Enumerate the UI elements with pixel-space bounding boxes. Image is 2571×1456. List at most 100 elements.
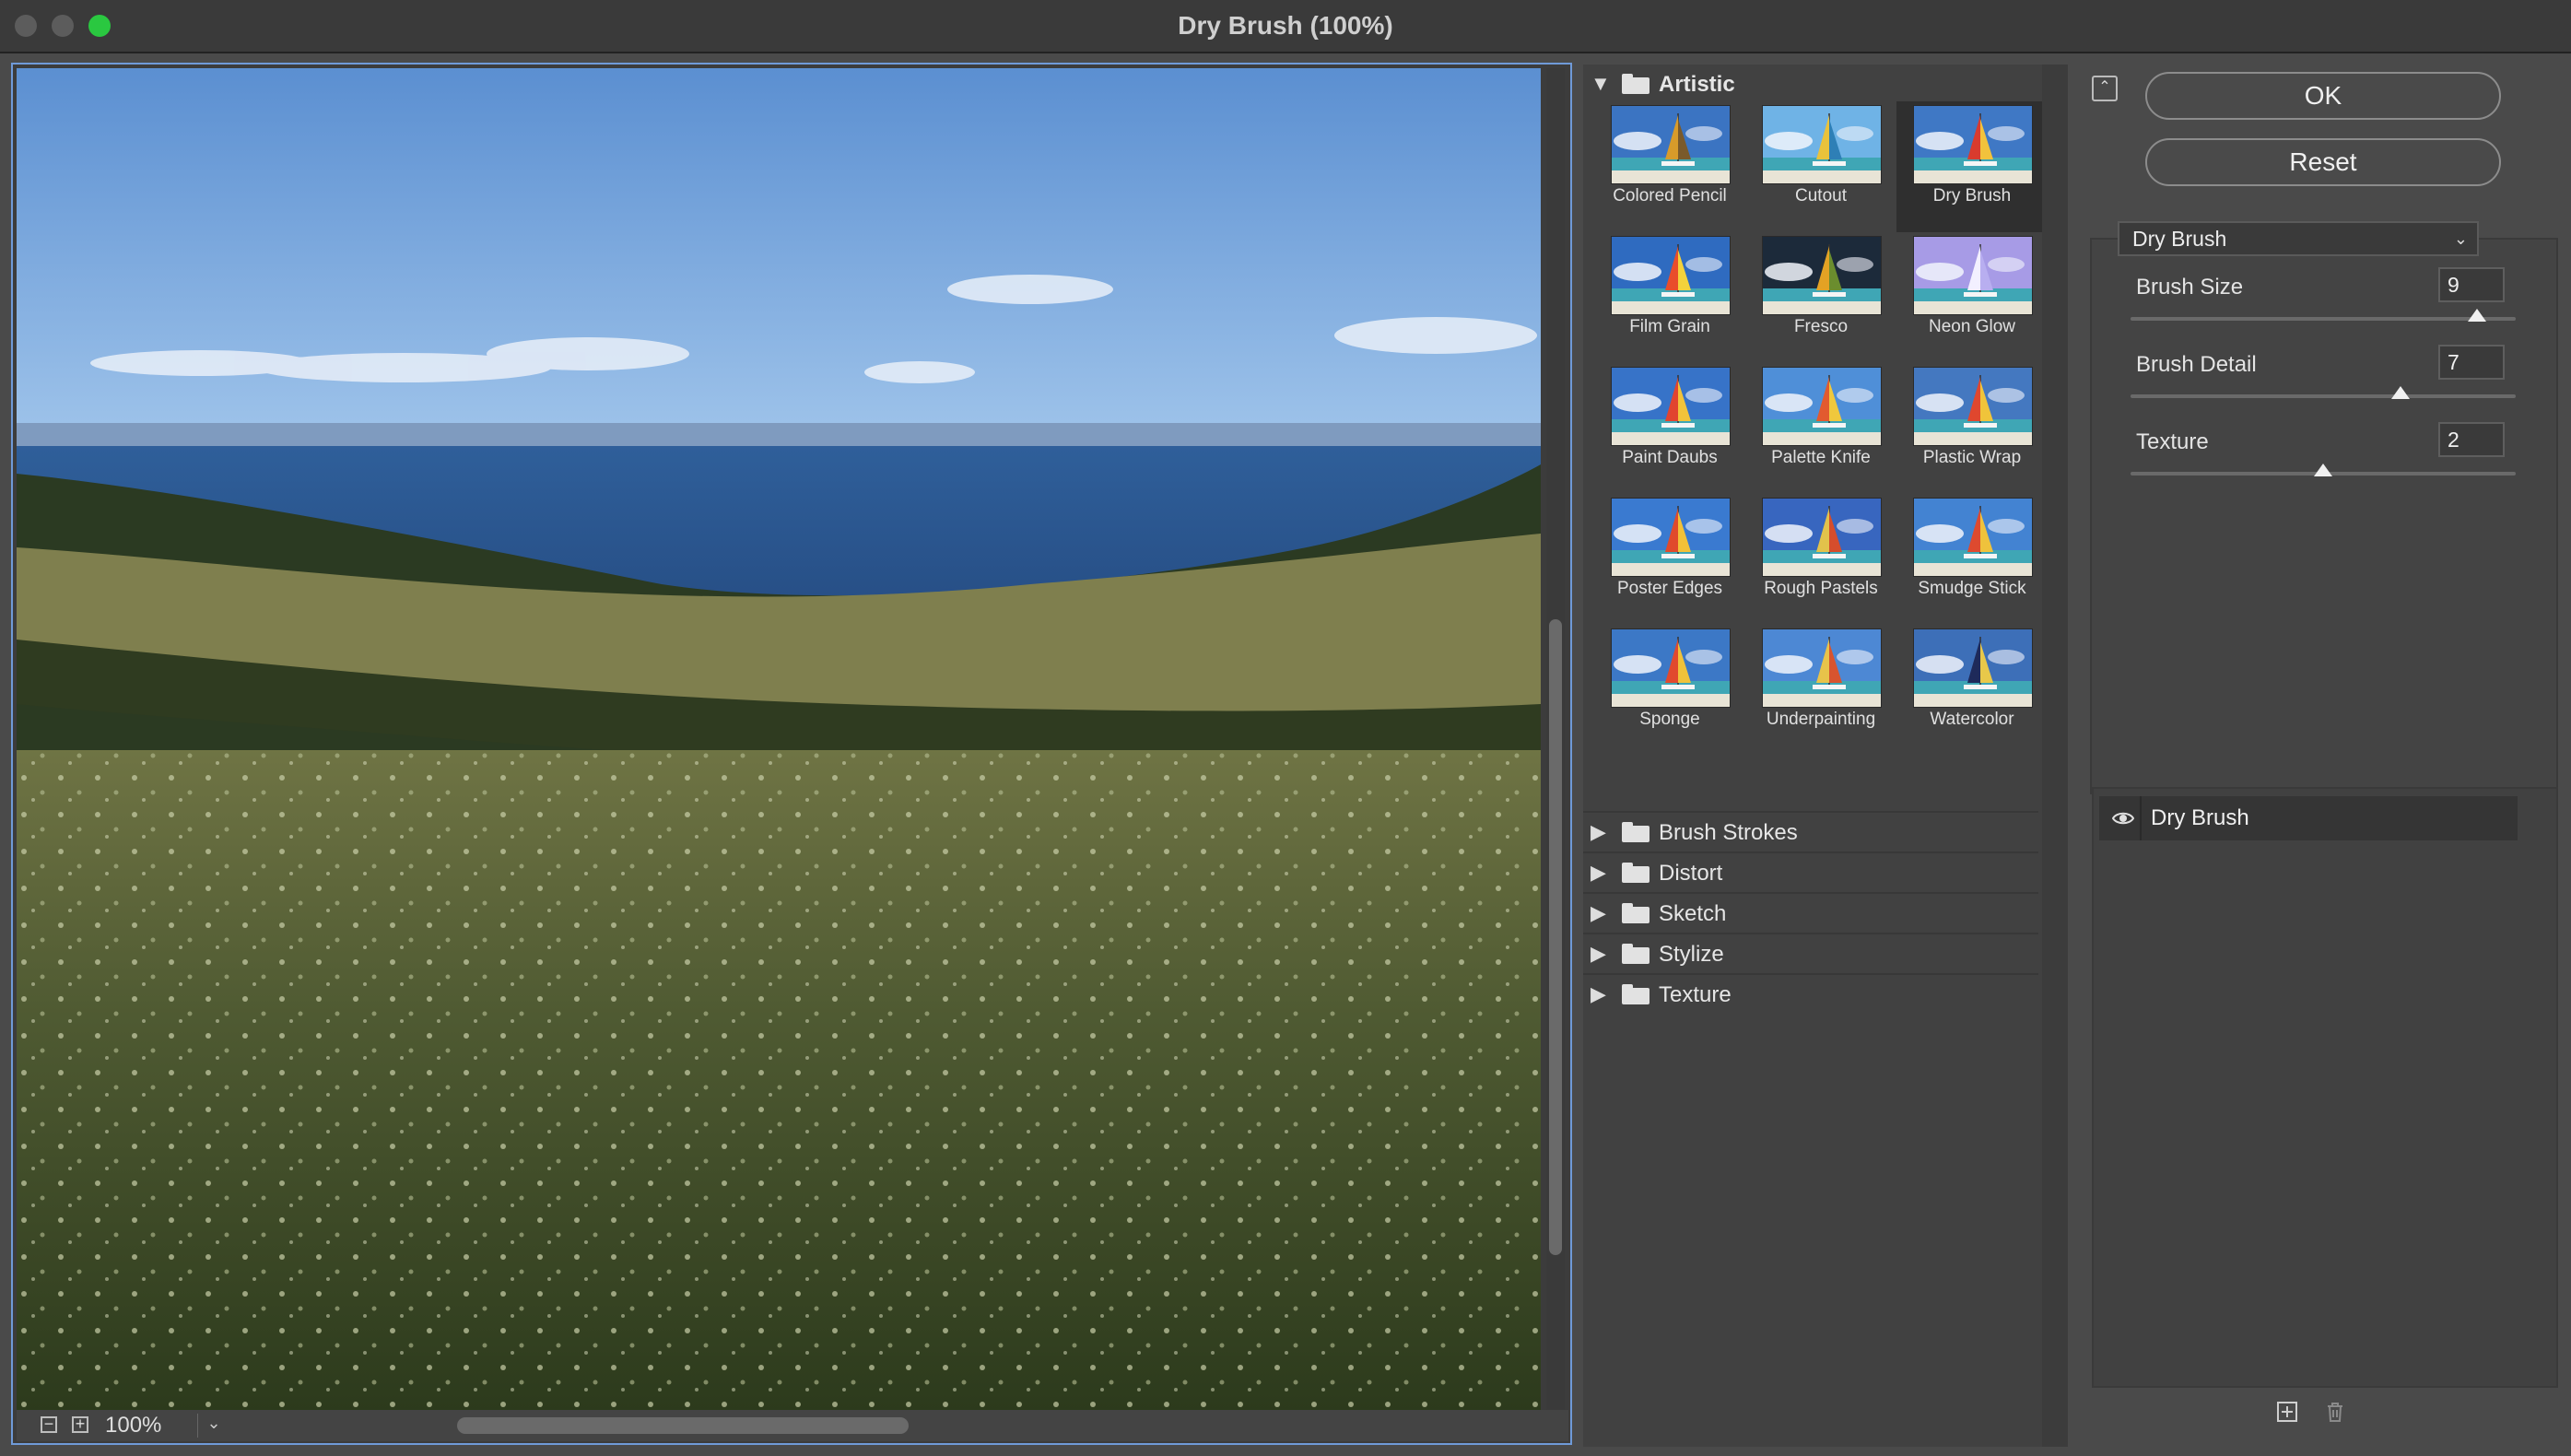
category-stylize[interactable]: ▶ Stylize (1583, 933, 2038, 973)
filter-thumb-smudge-stick[interactable]: Smudge Stick (1896, 494, 2048, 625)
zoom-dropdown-icon[interactable]: ⌄ (197, 1414, 229, 1438)
param-value-input[interactable]: 2 (2438, 422, 2505, 457)
disclosure-open-icon[interactable]: ▼ (1591, 72, 1611, 96)
disclosure-closed-icon[interactable]: ▶ (1591, 982, 1606, 1006)
filter-thumb-label: Underpainting (1766, 710, 1876, 729)
filter-thumb-sponge[interactable]: Sponge (1594, 625, 1745, 756)
param-slider[interactable] (2131, 309, 2516, 322)
filter-thumb-label: Neon Glow (1929, 317, 2015, 336)
param-value-input[interactable]: 7 (2438, 345, 2505, 380)
filter-thumb-poster-edges[interactable]: Poster Edges (1594, 494, 1745, 625)
settings-panel: ⌃ OK Reset Dry Brush ⌄ Brush Size 9 Brush … (2079, 53, 2571, 1456)
collapse-gallery-icon[interactable]: ⌃ (2092, 76, 2118, 101)
category-brush-strokes[interactable]: ▶ Brush Strokes (1583, 811, 2038, 851)
filter-thumb-label: Palette Knife (1771, 448, 1871, 467)
filter-thumb-paint-daubs[interactable]: Paint Daubs (1594, 363, 1745, 494)
preview-pane[interactable]: − + 100% ⌄ (11, 63, 1572, 1445)
filter-preview-image (1611, 628, 1731, 708)
category-texture[interactable]: ▶ Texture (1583, 973, 2038, 1014)
filter-preview-image (1611, 498, 1731, 577)
slider-knob[interactable] (2390, 386, 2410, 399)
filter-thumb-label: Paint Daubs (1622, 448, 1718, 467)
preview-vertical-scrollbar[interactable] (1546, 68, 1565, 1414)
filter-preview-image (1762, 105, 1882, 184)
folder-icon (1622, 822, 1649, 842)
effect-layers-list: Dry Brush (2092, 787, 2558, 1388)
filter-thumb-watercolor[interactable]: Watercolor (1896, 625, 2048, 756)
folder-icon (1622, 863, 1649, 883)
reset-button[interactable]: Reset (2145, 138, 2501, 186)
filter-thumb-plastic-wrap[interactable]: Plastic Wrap (1896, 363, 2048, 494)
folder-icon (1622, 984, 1649, 1004)
category-artistic[interactable]: ▼ Artistic (1583, 65, 2038, 103)
filter-thumb-cutout[interactable]: Cutout (1745, 101, 1896, 232)
filter-thumb-film-grain[interactable]: Film Grain (1594, 232, 1745, 363)
filter-select[interactable]: Dry Brush ⌄ (2118, 221, 2479, 256)
filter-gallery-dialog: − + 100% ⌄ ▼ Artistic Colored Pencil Cuto… (0, 53, 2571, 1456)
filter-thumb-rough-pastels[interactable]: Rough Pastels (1745, 494, 1896, 625)
delete-effect-layer-icon[interactable] (2324, 1401, 2346, 1423)
zoom-level: 100% (105, 1413, 162, 1438)
zoom-out-icon[interactable]: − (41, 1415, 57, 1433)
param-label: Brush Detail (2136, 352, 2257, 377)
folder-open-icon (1622, 74, 1649, 94)
disclosure-closed-icon[interactable]: ▶ (1591, 901, 1606, 925)
category-label: Brush Strokes (1659, 820, 1798, 845)
effect-layer-row[interactable]: Dry Brush (2099, 796, 2518, 840)
filter-thumb-label: Film Grain (1629, 317, 1710, 336)
filter-preview-image (1762, 236, 1882, 315)
category-label: Sketch (1659, 901, 1727, 926)
filter-preview-image (1913, 105, 2033, 184)
category-distort[interactable]: ▶ Distort (1583, 851, 2038, 892)
filter-thumb-label: Poster Edges (1616, 579, 1723, 598)
filter-thumb-underpainting[interactable]: Underpainting (1745, 625, 1896, 756)
preview-footer: − + 100% ⌄ (17, 1410, 1568, 1441)
filter-thumb-label: Dry Brush (1932, 186, 2012, 205)
folder-icon (1622, 903, 1649, 923)
new-effect-layer-icon[interactable] (2276, 1401, 2298, 1423)
filter-thumb-label: Plastic Wrap (1922, 448, 2022, 467)
filter-thumb-label: Fresco (1793, 317, 1849, 336)
filter-thumb-colored-pencil[interactable]: Colored Pencil (1594, 101, 1745, 232)
gallery-scrollbar[interactable] (2042, 65, 2068, 1447)
window-title: Dry Brush (100%) (1178, 11, 1393, 40)
filter-thumb-palette-knife[interactable]: Palette Knife (1745, 363, 1896, 494)
disclosure-closed-icon[interactable]: ▶ (1591, 861, 1606, 885)
param-label: Brush Size (2136, 275, 2244, 299)
category-label: Stylize (1659, 942, 1724, 967)
param-slider[interactable] (2131, 464, 2516, 476)
layer-divider (2140, 796, 2142, 840)
slider-knob[interactable] (2468, 309, 2487, 322)
filter-settings-box (2090, 238, 2558, 794)
eye-icon[interactable] (2112, 809, 2134, 828)
filter-preview-image (1913, 367, 2033, 446)
param-slider[interactable] (2131, 386, 2516, 399)
preview-image[interactable] (17, 68, 1541, 1414)
disclosure-closed-icon[interactable]: ▶ (1591, 942, 1606, 966)
filter-gallery: ▼ Artistic Colored Pencil Cutout Dry Brush… (1583, 65, 2068, 1447)
disclosure-closed-icon[interactable]: ▶ (1591, 820, 1606, 844)
filter-thumb-neon-glow[interactable]: Neon Glow (1896, 232, 2048, 363)
filter-preview-image (1611, 367, 1731, 446)
filter-preview-image (1913, 236, 2033, 315)
ok-button[interactable]: OK (2145, 72, 2501, 120)
vertical-scroll-thumb[interactable] (1549, 619, 1562, 1255)
filter-preview-image (1913, 498, 2033, 577)
param-value-input[interactable]: 9 (2438, 267, 2505, 302)
filter-thumb-label: Watercolor (1930, 710, 2014, 729)
slider-knob[interactable] (2314, 464, 2332, 476)
title-bar: Dry Brush (100%) (0, 0, 2571, 53)
chevron-down-icon: ⌄ (2453, 229, 2468, 248)
filter-preview-image (1611, 236, 1731, 315)
zoom-in-icon[interactable]: + (72, 1415, 88, 1433)
filter-thumb-label: Colored Pencil (1613, 186, 1727, 205)
horizontal-scroll-thumb[interactable] (457, 1417, 909, 1434)
filter-thumb-dry-brush[interactable]: Dry Brush (1896, 101, 2048, 232)
filter-thumb-fresco[interactable]: Fresco (1745, 232, 1896, 363)
category-label: Texture (1659, 982, 1732, 1007)
filter-preview-image (1762, 628, 1882, 708)
filter-thumb-label: Sponge (1639, 710, 1700, 729)
filter-preview-image (1611, 105, 1731, 184)
filter-thumb-label: Cutout (1795, 186, 1847, 205)
category-sketch[interactable]: ▶ Sketch (1583, 892, 2038, 933)
